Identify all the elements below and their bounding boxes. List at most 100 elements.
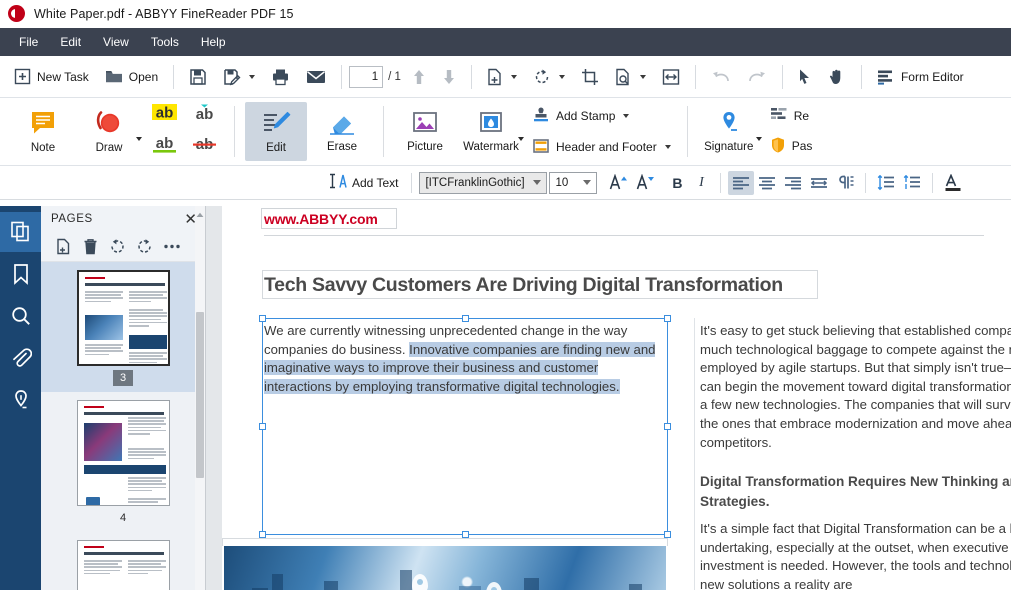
- increase-font-button[interactable]: [605, 171, 632, 195]
- email-button[interactable]: [298, 61, 334, 93]
- line-spacing-button[interactable]: [873, 171, 899, 195]
- list-item[interactable]: 3: [41, 262, 205, 392]
- align-left-button[interactable]: [728, 171, 754, 195]
- draw-tool[interactable]: Draw: [78, 102, 140, 161]
- rotate-button[interactable]: [525, 61, 573, 93]
- crop-button[interactable]: [573, 61, 607, 93]
- left-paragraph[interactable]: We are currently witnessing unprecedente…: [264, 322, 664, 396]
- previous-page-button[interactable]: [404, 61, 434, 93]
- page-number-input[interactable]: 1: [349, 66, 383, 88]
- save-button[interactable]: [181, 61, 215, 93]
- page-search-button[interactable]: [607, 61, 654, 93]
- page-thumbnail[interactable]: [77, 400, 170, 506]
- thumbnail-scrollbar[interactable]: [195, 206, 205, 590]
- sidebar-item-bookmarks[interactable]: [0, 254, 41, 294]
- strikeout-ab-icon[interactable]: ab: [188, 100, 221, 129]
- hand-tool-button[interactable]: [820, 61, 854, 93]
- print-button[interactable]: [263, 61, 298, 93]
- resize-handle-ne[interactable]: [664, 315, 671, 322]
- left-column-text[interactable]: We are currently witnessing unprecedente…: [264, 322, 664, 396]
- bold-button[interactable]: B: [665, 171, 689, 195]
- font-size-select[interactable]: 10: [549, 172, 597, 194]
- resize-handle-w[interactable]: [259, 423, 266, 430]
- page-thumbnail-list[interactable]: 3: [41, 262, 205, 590]
- list-item[interactable]: [41, 532, 205, 590]
- watermark-tool[interactable]: Watermark: [460, 102, 522, 161]
- draw-dropdown-icon[interactable]: [136, 137, 142, 141]
- resize-handle-sw[interactable]: [259, 531, 266, 538]
- align-justify-button[interactable]: [806, 171, 832, 195]
- right-column-text[interactable]: It's easy to get stuck believing that es…: [700, 322, 1011, 590]
- document-heading[interactable]: Tech Savvy Customers Are Driving Digital…: [264, 274, 783, 297]
- add-stamp-dropdown-icon[interactable]: [623, 114, 629, 118]
- delete-page-icon[interactable]: [78, 235, 103, 259]
- sidebar-item-pages[interactable]: [0, 212, 41, 252]
- resize-handle-se[interactable]: [664, 531, 671, 538]
- pdf-page[interactable]: www.ABBYY.com Tech Savvy Customers Are D…: [222, 206, 1011, 590]
- redo-button[interactable]: [739, 61, 775, 93]
- sidebar-item-search[interactable]: [0, 296, 41, 336]
- sidebar-item-attachments[interactable]: [0, 338, 41, 378]
- resize-handle-e[interactable]: [664, 423, 671, 430]
- strike-red-ab-icon[interactable]: ab: [188, 132, 221, 161]
- page-search-dropdown-icon[interactable]: [640, 75, 646, 79]
- font-color-button[interactable]: [940, 171, 966, 195]
- menu-view[interactable]: View: [92, 31, 140, 53]
- rotate-right-icon[interactable]: [132, 235, 157, 259]
- italic-button[interactable]: I: [689, 171, 713, 195]
- save-as-button[interactable]: [215, 61, 263, 93]
- note-tool[interactable]: Note: [12, 102, 74, 161]
- undo-button[interactable]: [703, 61, 739, 93]
- resize-handle-nw[interactable]: [259, 315, 266, 322]
- align-right-button[interactable]: [780, 171, 806, 195]
- scrollbar-thumb[interactable]: [196, 312, 204, 478]
- page-thumbnail[interactable]: [77, 270, 170, 366]
- redact-button[interactable]: Re: [766, 104, 817, 129]
- erase-tool[interactable]: Erase: [311, 102, 373, 161]
- add-page-icon[interactable]: [51, 235, 76, 259]
- resize-handle-n[interactable]: [462, 315, 469, 322]
- menu-help[interactable]: Help: [190, 31, 237, 53]
- add-page-button[interactable]: [479, 61, 525, 93]
- edit-tool[interactable]: Edit: [245, 102, 307, 161]
- watermark-dropdown-icon[interactable]: [518, 137, 524, 141]
- right-paragraph-2[interactable]: It's a simple fact that Digital Transfor…: [700, 520, 1011, 590]
- menu-file[interactable]: File: [8, 31, 49, 53]
- next-page-button[interactable]: [434, 61, 464, 93]
- menu-tools[interactable]: Tools: [140, 31, 190, 53]
- header-footer-button[interactable]: Header and Footer: [528, 134, 675, 161]
- signature-tool[interactable]: Signature: [698, 102, 760, 161]
- form-editor-button[interactable]: Form Editor: [869, 61, 972, 93]
- document-viewer[interactable]: www.ABBYY.com Tech Savvy Customers Are D…: [206, 206, 1011, 590]
- font-family-select[interactable]: [ITCFranklinGothic]: [419, 172, 547, 194]
- add-page-dropdown-icon[interactable]: [511, 75, 517, 79]
- signature-dropdown-icon[interactable]: [756, 137, 762, 141]
- picture-tool[interactable]: Picture: [394, 102, 456, 161]
- resize-handle-s[interactable]: [462, 531, 469, 538]
- add-text-button[interactable]: Add Text: [322, 170, 404, 195]
- scroll-up-icon[interactable]: [196, 210, 204, 220]
- menu-edit[interactable]: Edit: [49, 31, 92, 53]
- split-page-button[interactable]: [654, 61, 688, 93]
- save-as-dropdown-icon[interactable]: [249, 75, 255, 79]
- underline-ab-icon[interactable]: ab: [148, 132, 181, 161]
- align-center-button[interactable]: [754, 171, 780, 195]
- right-subheading[interactable]: Digital Transformation Requires New Thin…: [700, 472, 1011, 512]
- page-thumbnail[interactable]: [77, 540, 170, 590]
- password-button[interactable]: Pas: [766, 133, 817, 160]
- city-skyline-image[interactable]: [224, 546, 666, 590]
- select-tool-button[interactable]: [790, 61, 820, 93]
- paragraph-spacing-button[interactable]: [899, 171, 925, 195]
- decrease-font-button[interactable]: [632, 171, 659, 195]
- open-button[interactable]: Open: [97, 61, 166, 93]
- paragraph-mark-button[interactable]: [832, 171, 858, 195]
- more-options-icon[interactable]: [159, 235, 184, 259]
- header-footer-dropdown-icon[interactable]: [665, 145, 671, 149]
- highlight-ab-icon[interactable]: ab: [148, 100, 181, 129]
- right-paragraph-1[interactable]: It's easy to get stuck believing that es…: [700, 322, 1011, 452]
- list-item[interactable]: 4: [41, 392, 205, 532]
- rotate-left-icon[interactable]: [105, 235, 130, 259]
- sidebar-item-signatures[interactable]: [0, 380, 41, 420]
- add-stamp-button[interactable]: Add Stamp: [528, 103, 675, 130]
- rotate-dropdown-icon[interactable]: [559, 75, 565, 79]
